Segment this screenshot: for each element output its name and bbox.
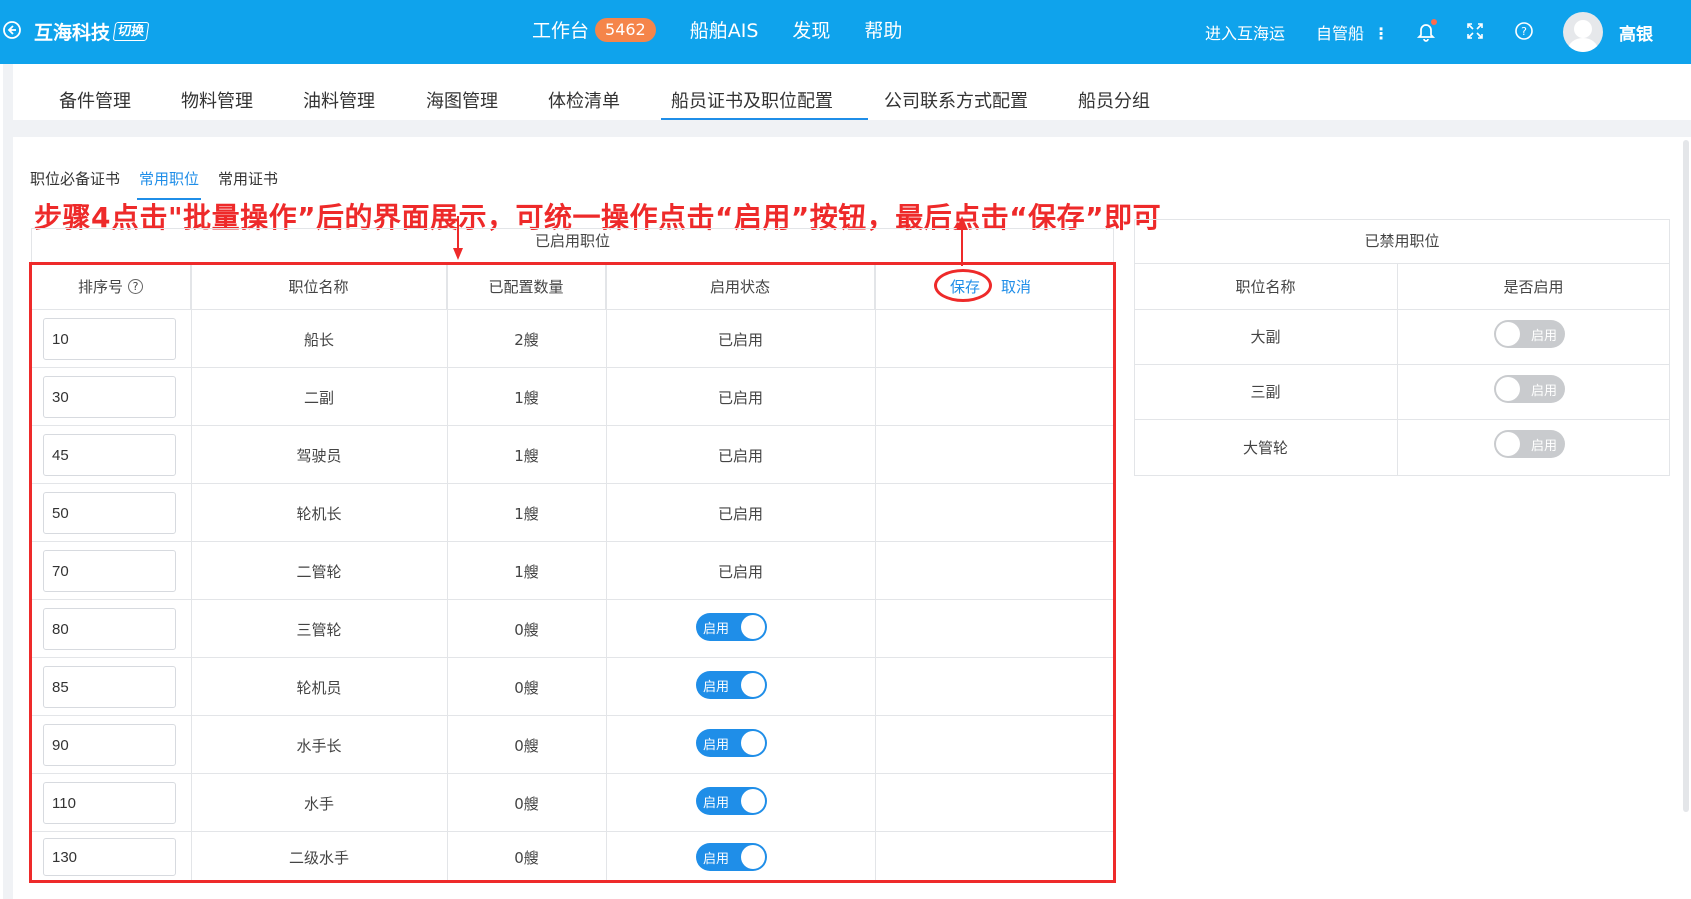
enter-huhaiyun-link[interactable]: 进入互海运	[1205, 20, 1285, 44]
enable-toggle-label: 启用	[1530, 439, 1557, 454]
tab-checkup-list[interactable]: 体检清单	[548, 87, 620, 113]
switch-company-button[interactable]: 切换	[112, 22, 150, 41]
ship-mode-label: 自管船	[1316, 24, 1365, 43]
nav-workbench[interactable]: 工作台 5462	[532, 16, 656, 43]
tab-spare-parts[interactable]: 备件管理	[59, 87, 131, 113]
tab-company-contact[interactable]: 公司联系方式配置	[884, 87, 1028, 113]
nav-help[interactable]: 帮助	[864, 16, 902, 43]
annotation-save-circle	[934, 269, 992, 302]
subtab-common-positions[interactable]: 常用职位	[137, 168, 202, 200]
svg-text:?: ?	[1521, 25, 1527, 38]
brand-name: 互海科技	[34, 22, 111, 44]
header-position-name: 职位名称	[1235, 277, 1296, 296]
annotation-highlight-box	[29, 262, 1116, 883]
left-strip	[0, 64, 3, 899]
enabled-positions-title-text: 已启用职位	[534, 232, 610, 250]
enable-toggle[interactable]: 启用	[1494, 320, 1565, 348]
scrollbar[interactable]	[1683, 140, 1689, 812]
toggle-knob	[1496, 377, 1520, 401]
position-name: 大副	[1250, 328, 1281, 346]
enable-toggle[interactable]: 启用	[1494, 375, 1565, 403]
back-circle-icon[interactable]	[2, 20, 22, 40]
fullscreen-icon[interactable]	[1464, 20, 1486, 42]
tab-oil[interactable]: 油料管理	[303, 87, 375, 113]
user-name[interactable]: 高银	[1619, 20, 1653, 45]
active-tab-underline	[661, 118, 868, 120]
toggle-knob	[1496, 432, 1520, 456]
tab-charts[interactable]: 海图管理	[426, 87, 498, 113]
notification-bell-icon[interactable]	[1415, 19, 1437, 42]
config-tabs: 备件管理 物料管理 油料管理 海图管理 体检清单 船员证书及职位配置 公司联系方…	[13, 64, 1691, 120]
subtab-required-certificates[interactable]: 职位必备证书	[30, 168, 120, 189]
sub-tabs: 职位必备证书 常用职位 常用证书	[30, 168, 297, 200]
nav-discover[interactable]: 发现	[792, 16, 830, 43]
annotation-up-arrow	[956, 216, 968, 266]
annotation-down-arrow	[453, 216, 463, 260]
nav-ship-ais[interactable]: 船舶AIS	[690, 16, 759, 43]
workbench-count-badge: 5462	[595, 17, 656, 42]
position-name: 大管轮	[1242, 438, 1288, 457]
ship-mode-dropdown[interactable]: 自管船 ⋮	[1316, 20, 1389, 44]
subtab-common-certificates[interactable]: 常用证书	[218, 168, 278, 189]
position-name: 三副	[1250, 383, 1281, 401]
tab-materials[interactable]: 物料管理	[181, 87, 253, 113]
tab-crew-groups[interactable]: 船员分组	[1078, 87, 1150, 113]
notification-dot	[1431, 19, 1437, 25]
enable-toggle[interactable]: 启用	[1494, 430, 1565, 458]
tab-crew-certificates-positions[interactable]: 船员证书及职位配置	[671, 87, 833, 113]
help-circle-icon[interactable]: ?	[1513, 20, 1535, 42]
header-is-enabled: 是否启用	[1503, 277, 1564, 296]
nav-workbench-label: 工作台	[532, 20, 590, 42]
top-bar: 互海科技 切换 工作台 5462 船舶AIS 发现 帮助 进入互海运 自管船 ⋮…	[0, 0, 1691, 64]
toggle-knob	[1496, 322, 1520, 346]
enabled-positions-title: 已启用职位	[31, 228, 1114, 262]
user-avatar[interactable]	[1563, 12, 1603, 52]
enable-toggle-label: 启用	[1530, 384, 1557, 399]
enable-toggle-label: 启用	[1530, 329, 1557, 344]
more-vertical-icon: ⋮	[1373, 24, 1390, 43]
disabled-positions-title: 已禁用职位	[1364, 232, 1440, 250]
main-nav: 工作台 5462 船舶AIS 发现 帮助	[532, 16, 936, 43]
